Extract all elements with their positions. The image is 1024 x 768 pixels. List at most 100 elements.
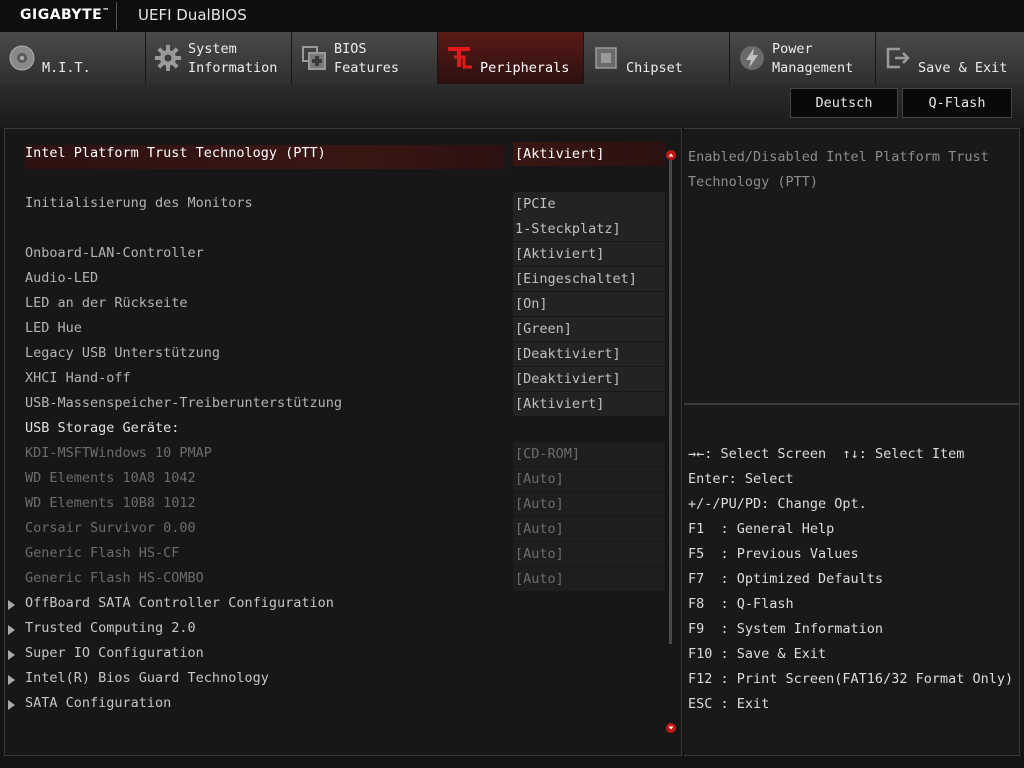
usb-device-row: Corsair Survivor 0.00 [Auto]: [5, 517, 685, 542]
setting-value[interactable]: [Aktiviert]: [513, 242, 665, 266]
submenu-super-io[interactable]: Super IO Configuration: [5, 642, 685, 667]
device-value: [Auto]: [513, 542, 665, 566]
bios-features-icon: [302, 46, 326, 70]
left-right-arrows-icon: →←: [688, 446, 705, 462]
device-value: [Auto]: [513, 467, 665, 491]
setting-value[interactable]: [On]: [513, 292, 665, 316]
tab-bios-features[interactable]: BIOS Features: [292, 32, 438, 84]
usb-device-row: Generic Flash HS-COMBO [Auto]: [5, 567, 685, 592]
tab-label: BIOS Features: [334, 41, 400, 76]
language-button[interactable]: Deutsch: [790, 88, 898, 118]
usb-device-row: WD Elements 10A8 1042 [Auto]: [5, 467, 685, 492]
usb-device-row: WD Elements 10B8 1012 [Auto]: [5, 492, 685, 517]
device-label: WD Elements 10A8 1042: [25, 470, 196, 486]
setting-row-usb-mass-storage[interactable]: USB-Massenspeicher-Treiberunterstützung …: [5, 392, 685, 417]
setting-label: Initialisierung des Monitors: [25, 195, 253, 211]
tab-label: M.I.T.: [42, 60, 91, 76]
setting-label: Audio-LED: [25, 270, 99, 286]
key-line: F5 : Previous Values: [688, 546, 859, 562]
power-icon: [740, 46, 764, 70]
submenu-label: Super IO Configuration: [25, 645, 204, 661]
title-divider: [116, 2, 117, 30]
tab-power-management[interactable]: Power Management: [730, 32, 876, 84]
tab-peripherals[interactable]: Peripherals: [438, 32, 584, 84]
qflash-button[interactable]: Q-Flash: [902, 88, 1012, 118]
brand-logo: GIGABYTE™: [20, 7, 110, 23]
setting-label: LED an der Rückseite: [25, 295, 188, 311]
key-legend: →←: Select Screen ↑↓: Select Item Enter:…: [688, 443, 1018, 718]
device-value: [CD-ROM]: [513, 442, 665, 466]
setting-label: Intel Platform Trust Technology (PTT): [25, 145, 326, 161]
setting-value[interactable]: [Aktiviert]: [513, 142, 665, 166]
chipset-icon: [595, 47, 617, 69]
setting-label: Onboard-LAN-Controller: [25, 245, 204, 261]
device-value: [Auto]: [513, 517, 665, 541]
scrollbar-track[interactable]: [669, 160, 672, 644]
setting-value[interactable]: [Green]: [513, 317, 665, 341]
device-value: [Auto]: [513, 567, 665, 591]
tab-label: Power Management: [772, 41, 854, 76]
setting-label: LED Hue: [25, 320, 82, 336]
key-legend-panel: →←: Select Screen ↑↓: Select Item Enter:…: [684, 404, 1020, 756]
setting-value[interactable]: [PCIe 1-Steckplatz]: [513, 192, 665, 241]
setting-value[interactable]: [Deaktiviert]: [513, 367, 665, 391]
mit-icon: [9, 45, 35, 71]
submenu-arrow-icon: [8, 625, 15, 635]
submenu-bios-guard[interactable]: Intel(R) Bios Guard Technology: [5, 667, 685, 692]
setting-row-xhci-handoff[interactable]: XHCI Hand-off [Deaktiviert]: [5, 367, 685, 392]
toolbar-strip: Deutsch Q-Flash: [0, 84, 1024, 128]
device-label: WD Elements 10B8 1012: [25, 495, 196, 511]
device-label: KDI-MSFTWindows 10 PMAP: [25, 445, 212, 461]
tab-save-exit[interactable]: Save & Exit: [876, 32, 1024, 84]
device-label: Corsair Survivor 0.00: [25, 520, 196, 536]
submenu-sata-configuration[interactable]: SATA Configuration: [5, 692, 685, 717]
product-name: UEFI DualBIOS: [138, 6, 247, 24]
usb-device-row: KDI-MSFTWindows 10 PMAP [CD-ROM]: [5, 442, 685, 467]
save-exit-icon: [886, 47, 910, 69]
tab-label: Save & Exit: [918, 60, 1008, 76]
setting-row-monitor-init[interactable]: Initialisierung des Monitors [PCIe 1-Stec…: [5, 192, 685, 242]
submenu-label: OffBoard SATA Controller Configuration: [25, 595, 334, 611]
setting-label: USB-Massenspeicher-Treiberunterstützung: [25, 395, 342, 411]
setting-value[interactable]: [Deaktiviert]: [513, 342, 665, 366]
scroll-up-icon[interactable]: [666, 150, 676, 160]
setting-row-rear-led[interactable]: LED an der Rückseite [On]: [5, 292, 685, 317]
tab-chipset[interactable]: Chipset: [584, 32, 730, 84]
up-down-arrows-icon: ↑↓: [842, 446, 859, 462]
key-nav-line: →←: Select Screen ↑↓: Select Item: [688, 446, 965, 462]
tab-system-information[interactable]: System Information: [146, 32, 292, 84]
setting-row-legacy-usb[interactable]: Legacy USB Unterstützung [Deaktiviert]: [5, 342, 685, 367]
setting-row-onboard-lan[interactable]: Onboard-LAN-Controller [Aktiviert]: [5, 242, 685, 267]
submenu-offboard-sata[interactable]: OffBoard SATA Controller Configuration: [5, 592, 685, 617]
key-line: Enter: Select: [688, 471, 794, 487]
device-label: Generic Flash HS-CF: [25, 545, 180, 561]
key-line: +/-/PU/PD: Change Opt.: [688, 496, 867, 512]
submenu-arrow-icon: [8, 600, 15, 610]
setting-value[interactable]: [Aktiviert]: [513, 392, 665, 416]
tab-label: Chipset: [626, 60, 683, 76]
setting-value[interactable]: [Eingeschaltet]: [513, 267, 665, 291]
setting-row-led-hue[interactable]: LED Hue [Green]: [5, 317, 685, 342]
gear-icon: [155, 45, 181, 71]
key-line: F9 : System Information: [688, 621, 884, 637]
settings-panel: Intel Platform Trust Technology (PTT) [A…: [4, 128, 682, 756]
submenu-label: Intel(R) Bios Guard Technology: [25, 670, 269, 686]
section-heading: USB Storage Geräte:: [25, 420, 180, 436]
submenu-arrow-icon: [8, 700, 15, 710]
tab-mit[interactable]: M.I.T.: [0, 32, 146, 84]
key-line: ESC : Exit: [688, 696, 770, 712]
usb-storage-header: USB Storage Geräte:: [5, 417, 685, 442]
setting-row-audio-led[interactable]: Audio-LED [Eingeschaltet]: [5, 267, 685, 292]
main-tabs: M.I.T. System Information BIOS Features: [0, 32, 1024, 84]
key-line: F7 : Optimized Defaults: [688, 571, 884, 587]
submenu-trusted-computing[interactable]: Trusted Computing 2.0: [5, 617, 685, 642]
submenu-label: Trusted Computing 2.0: [25, 620, 196, 636]
key-line: F1 : General Help: [688, 521, 835, 537]
tab-label: Peripherals: [480, 60, 570, 76]
submenu-arrow-icon: [8, 650, 15, 660]
scroll-down-icon[interactable]: [666, 723, 676, 733]
key-line: F10 : Save & Exit: [688, 646, 827, 662]
submenu-label: SATA Configuration: [25, 695, 172, 711]
setting-row-ptt[interactable]: Intel Platform Trust Technology (PTT) [A…: [5, 142, 685, 167]
setting-label: Legacy USB Unterstützung: [25, 345, 221, 361]
